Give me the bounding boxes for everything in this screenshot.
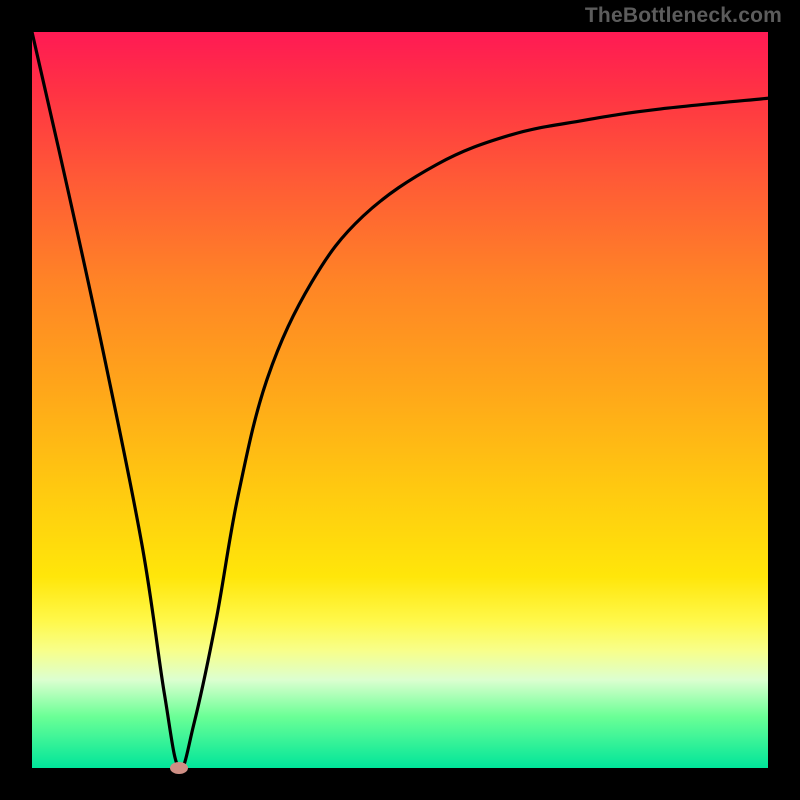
watermark-text: TheBottleneck.com (585, 4, 782, 28)
plot-area (32, 32, 768, 768)
bottleneck-curve (32, 32, 768, 768)
chart-frame: TheBottleneck.com (0, 0, 800, 800)
minimum-marker (170, 762, 188, 774)
